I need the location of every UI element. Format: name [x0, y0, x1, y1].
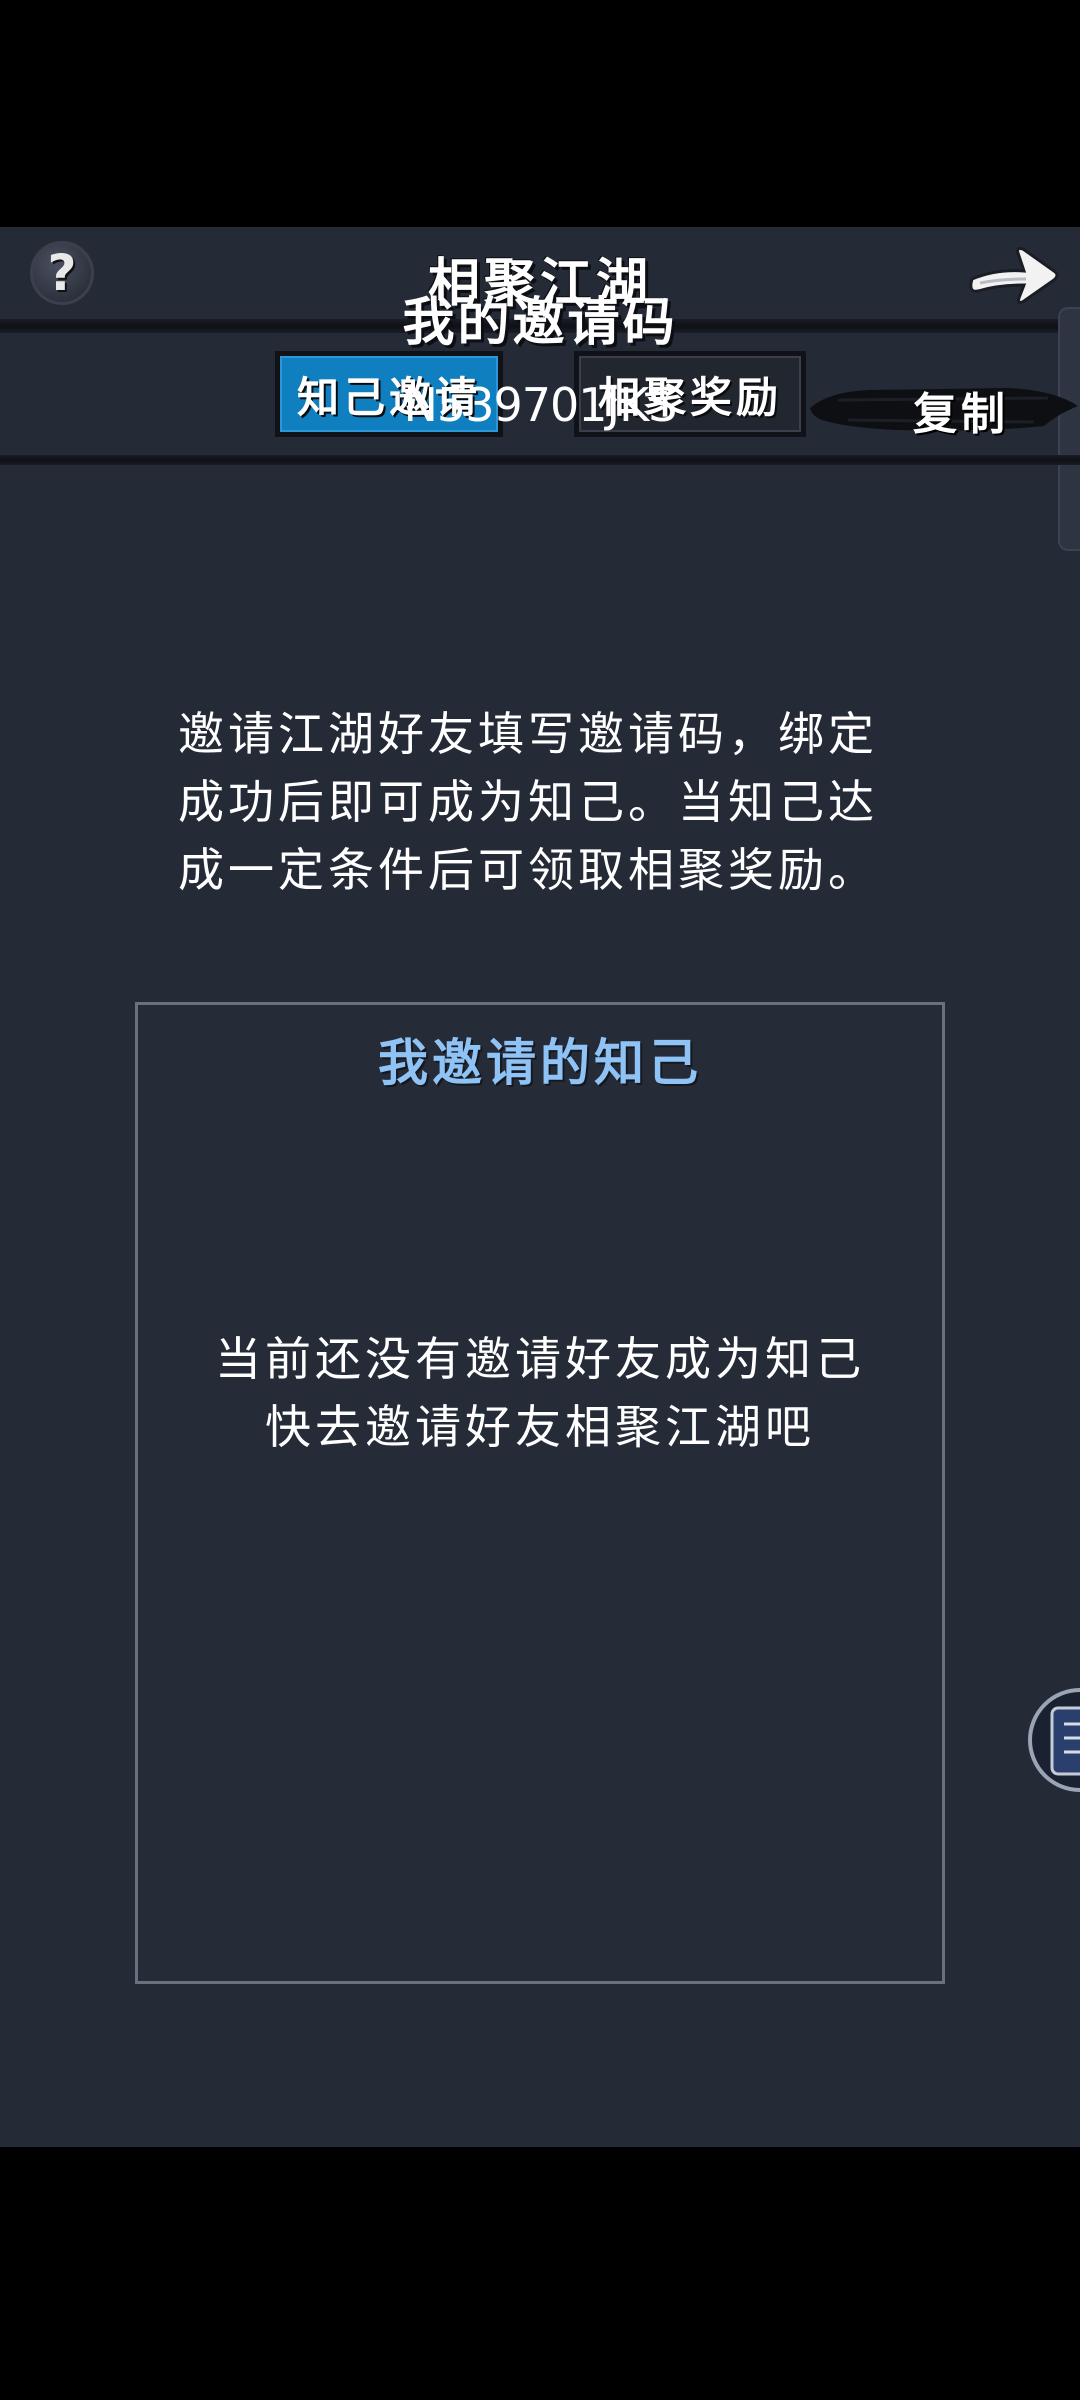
description-line: 邀请江湖好友填写邀请码，绑定: [178, 707, 878, 761]
invited-friends-title: 我邀请的知己: [378, 1033, 702, 1092]
invite-code-heading: 我的邀请码: [402, 292, 678, 353]
copy-button[interactable]: 复制: [808, 370, 1080, 446]
screen: ? 相聚江湖 知己邀请 相聚奖励 我的邀请码 N539701JKS 复制 邀请江…: [0, 0, 1080, 2400]
empty-state-message: 当前还没有邀请好友成为知己 快去邀请好友相聚江湖吧: [138, 1325, 942, 1461]
copy-button-label: 复制: [913, 389, 1009, 440]
empty-state-line: 快去邀请好友相聚江湖吧: [265, 1400, 815, 1454]
empty-state-line: 当前还没有邀请好友成为知己: [215, 1332, 865, 1386]
invite-description: 邀请江湖好友填写邀请码，绑定 成功后即可成为知己。当知己达 成一定条件后可领取相…: [178, 700, 918, 904]
side-floating-badge-icon[interactable]: [1022, 1680, 1080, 1800]
tabs-divider: [0, 455, 1080, 465]
invited-friends-box: 我邀请的知己 当前还没有邀请好友成为知己 快去邀请好友相聚江湖吧: [135, 1002, 945, 1984]
description-line: 成功后即可成为知己。当知己达: [178, 775, 878, 829]
description-line: 成一定条件后可领取相聚奖励。: [178, 843, 878, 897]
